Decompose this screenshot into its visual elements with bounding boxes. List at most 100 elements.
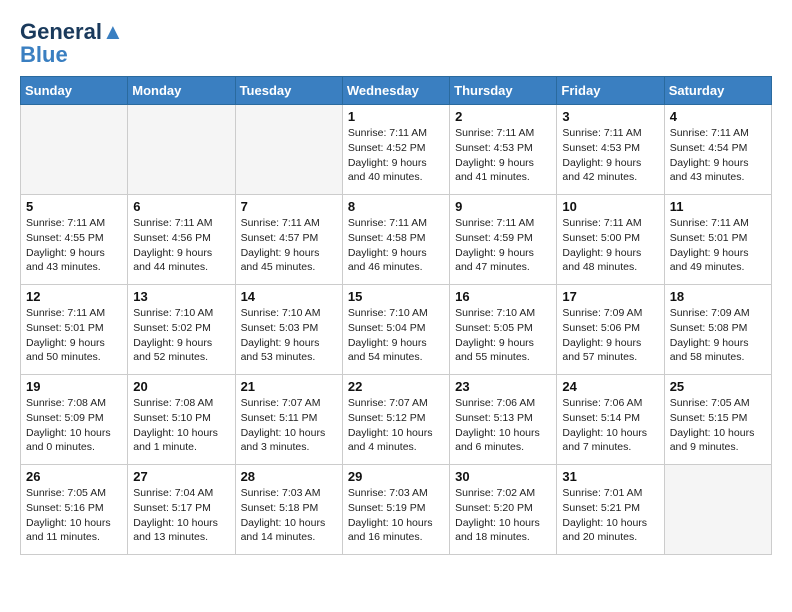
calendar-cell: 26 Sunrise: 7:05 AM Sunset: 5:16 PM Dayli…: [21, 465, 128, 555]
day-info: Sunrise: 7:10 AM Sunset: 5:05 PM Dayligh…: [455, 306, 551, 365]
calendar-week-4: 19 Sunrise: 7:08 AM Sunset: 5:09 PM Dayli…: [21, 375, 772, 465]
day-info: Sunrise: 7:07 AM Sunset: 5:11 PM Dayligh…: [241, 396, 337, 455]
calendar-cell: 19 Sunrise: 7:08 AM Sunset: 5:09 PM Dayli…: [21, 375, 128, 465]
day-info: Sunrise: 7:11 AM Sunset: 5:01 PM Dayligh…: [26, 306, 122, 365]
calendar-cell: 5 Sunrise: 7:11 AM Sunset: 4:55 PM Daylig…: [21, 195, 128, 285]
day-number: 15: [348, 289, 444, 304]
day-number: 31: [562, 469, 658, 484]
day-number: 4: [670, 109, 766, 124]
day-info: Sunrise: 7:02 AM Sunset: 5:20 PM Dayligh…: [455, 486, 551, 545]
calendar-cell: 16 Sunrise: 7:10 AM Sunset: 5:05 PM Dayli…: [450, 285, 557, 375]
calendar-cell: 27 Sunrise: 7:04 AM Sunset: 5:17 PM Dayli…: [128, 465, 235, 555]
day-info: Sunrise: 7:11 AM Sunset: 4:56 PM Dayligh…: [133, 216, 229, 275]
day-header-wednesday: Wednesday: [342, 77, 449, 105]
day-number: 16: [455, 289, 551, 304]
day-info: Sunrise: 7:07 AM Sunset: 5:12 PM Dayligh…: [348, 396, 444, 455]
day-info: Sunrise: 7:11 AM Sunset: 5:00 PM Dayligh…: [562, 216, 658, 275]
day-number: 1: [348, 109, 444, 124]
day-number: 20: [133, 379, 229, 394]
calendar-body: 1Sunrise: 7:11 AM Sunset: 4:52 PM Daylig…: [21, 105, 772, 555]
logo-blue: Blue: [20, 44, 68, 66]
day-info: Sunrise: 7:04 AM Sunset: 5:17 PM Dayligh…: [133, 486, 229, 545]
calendar-cell: 15 Sunrise: 7:10 AM Sunset: 5:04 PM Dayli…: [342, 285, 449, 375]
day-number: 26: [26, 469, 122, 484]
day-number: 5: [26, 199, 122, 214]
calendar-cell: 31Sunrise: 7:01 AM Sunset: 5:21 PM Dayli…: [557, 465, 664, 555]
day-number: 10: [562, 199, 658, 214]
day-number: 7: [241, 199, 337, 214]
calendar-week-5: 26 Sunrise: 7:05 AM Sunset: 5:16 PM Dayli…: [21, 465, 772, 555]
calendar-cell: 18 Sunrise: 7:09 AM Sunset: 5:08 PM Dayli…: [664, 285, 771, 375]
calendar-header-row: SundayMondayTuesdayWednesdayThursdayFrid…: [21, 77, 772, 105]
day-number: 17: [562, 289, 658, 304]
day-info: Sunrise: 7:10 AM Sunset: 5:03 PM Dayligh…: [241, 306, 337, 365]
day-number: 12: [26, 289, 122, 304]
day-number: 28: [241, 469, 337, 484]
calendar-cell: 2 Sunrise: 7:11 AM Sunset: 4:53 PM Daylig…: [450, 105, 557, 195]
calendar-cell: [664, 465, 771, 555]
day-info: Sunrise: 7:11 AM Sunset: 4:53 PM Dayligh…: [455, 126, 551, 185]
calendar-cell: [235, 105, 342, 195]
day-number: 2: [455, 109, 551, 124]
day-number: 8: [348, 199, 444, 214]
day-info: Sunrise: 7:11 AM Sunset: 5:01 PM Dayligh…: [670, 216, 766, 275]
day-header-monday: Monday: [128, 77, 235, 105]
day-number: 6: [133, 199, 229, 214]
calendar-cell: 6 Sunrise: 7:11 AM Sunset: 4:56 PM Daylig…: [128, 195, 235, 285]
day-info: Sunrise: 7:03 AM Sunset: 5:19 PM Dayligh…: [348, 486, 444, 545]
calendar-week-2: 5 Sunrise: 7:11 AM Sunset: 4:55 PM Daylig…: [21, 195, 772, 285]
calendar-week-3: 12 Sunrise: 7:11 AM Sunset: 5:01 PM Dayli…: [21, 285, 772, 375]
day-header-thursday: Thursday: [450, 77, 557, 105]
calendar-cell: 1Sunrise: 7:11 AM Sunset: 4:52 PM Daylig…: [342, 105, 449, 195]
calendar-cell: [128, 105, 235, 195]
calendar-table: SundayMondayTuesdayWednesdayThursdayFrid…: [20, 76, 772, 555]
day-info: Sunrise: 7:08 AM Sunset: 5:10 PM Dayligh…: [133, 396, 229, 455]
day-number: 27: [133, 469, 229, 484]
calendar-cell: 8 Sunrise: 7:11 AM Sunset: 4:58 PM Daylig…: [342, 195, 449, 285]
day-info: Sunrise: 7:11 AM Sunset: 4:55 PM Dayligh…: [26, 216, 122, 275]
day-number: 3: [562, 109, 658, 124]
day-info: Sunrise: 7:05 AM Sunset: 5:16 PM Dayligh…: [26, 486, 122, 545]
day-info: Sunrise: 7:03 AM Sunset: 5:18 PM Dayligh…: [241, 486, 337, 545]
calendar-cell: [21, 105, 128, 195]
day-info: Sunrise: 7:09 AM Sunset: 5:08 PM Dayligh…: [670, 306, 766, 365]
calendar-cell: 17 Sunrise: 7:09 AM Sunset: 5:06 PM Dayli…: [557, 285, 664, 375]
day-info: Sunrise: 7:10 AM Sunset: 5:02 PM Dayligh…: [133, 306, 229, 365]
day-header-saturday: Saturday: [664, 77, 771, 105]
day-info: Sunrise: 7:10 AM Sunset: 5:04 PM Dayligh…: [348, 306, 444, 365]
day-number: 29: [348, 469, 444, 484]
calendar-cell: 22 Sunrise: 7:07 AM Sunset: 5:12 PM Dayli…: [342, 375, 449, 465]
calendar-cell: 13 Sunrise: 7:10 AM Sunset: 5:02 PM Dayli…: [128, 285, 235, 375]
day-info: Sunrise: 7:06 AM Sunset: 5:14 PM Dayligh…: [562, 396, 658, 455]
day-number: 22: [348, 379, 444, 394]
day-header-sunday: Sunday: [21, 77, 128, 105]
calendar-cell: 14 Sunrise: 7:10 AM Sunset: 5:03 PM Dayli…: [235, 285, 342, 375]
calendar-cell: 23Sunrise: 7:06 AM Sunset: 5:13 PM Dayli…: [450, 375, 557, 465]
calendar-cell: 4 Sunrise: 7:11 AM Sunset: 4:54 PM Daylig…: [664, 105, 771, 195]
calendar-cell: 29 Sunrise: 7:03 AM Sunset: 5:19 PM Dayli…: [342, 465, 449, 555]
day-number: 9: [455, 199, 551, 214]
logo-text: General▲: [20, 20, 124, 44]
day-number: 24: [562, 379, 658, 394]
calendar-cell: 10 Sunrise: 7:11 AM Sunset: 5:00 PM Dayli…: [557, 195, 664, 285]
day-number: 19: [26, 379, 122, 394]
calendar-cell: 3Sunrise: 7:11 AM Sunset: 4:53 PM Daylig…: [557, 105, 664, 195]
calendar-cell: 20 Sunrise: 7:08 AM Sunset: 5:10 PM Dayli…: [128, 375, 235, 465]
day-info: Sunrise: 7:05 AM Sunset: 5:15 PM Dayligh…: [670, 396, 766, 455]
day-info: Sunrise: 7:09 AM Sunset: 5:06 PM Dayligh…: [562, 306, 658, 365]
day-info: Sunrise: 7:08 AM Sunset: 5:09 PM Dayligh…: [26, 396, 122, 455]
day-number: 13: [133, 289, 229, 304]
calendar-cell: 11Sunrise: 7:11 AM Sunset: 5:01 PM Dayli…: [664, 195, 771, 285]
day-info: Sunrise: 7:11 AM Sunset: 4:54 PM Dayligh…: [670, 126, 766, 185]
calendar-cell: 28 Sunrise: 7:03 AM Sunset: 5:18 PM Dayli…: [235, 465, 342, 555]
calendar-cell: 24 Sunrise: 7:06 AM Sunset: 5:14 PM Dayli…: [557, 375, 664, 465]
day-info: Sunrise: 7:11 AM Sunset: 4:59 PM Dayligh…: [455, 216, 551, 275]
calendar-cell: 21Sunrise: 7:07 AM Sunset: 5:11 PM Dayli…: [235, 375, 342, 465]
day-header-tuesday: Tuesday: [235, 77, 342, 105]
day-number: 18: [670, 289, 766, 304]
day-number: 14: [241, 289, 337, 304]
day-number: 30: [455, 469, 551, 484]
day-number: 25: [670, 379, 766, 394]
day-info: Sunrise: 7:11 AM Sunset: 4:58 PM Dayligh…: [348, 216, 444, 275]
calendar-cell: 25 Sunrise: 7:05 AM Sunset: 5:15 PM Dayli…: [664, 375, 771, 465]
